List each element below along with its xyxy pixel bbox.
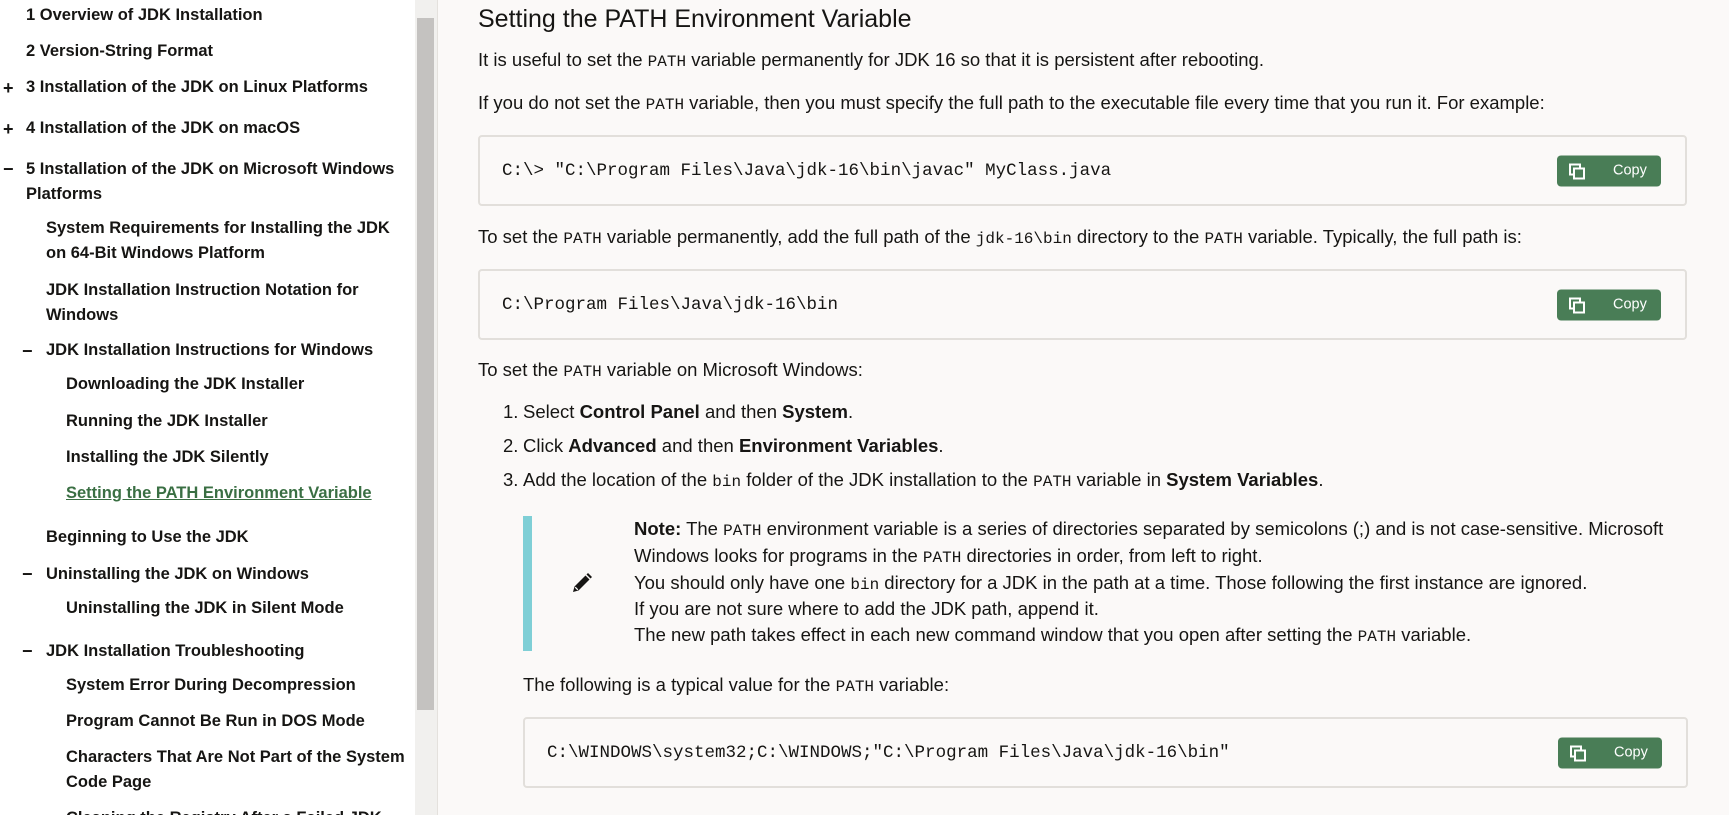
- copy-button[interactable]: Copy: [1558, 737, 1662, 768]
- toc-item-downloading[interactable]: Downloading the JDK Installer: [66, 372, 304, 397]
- paragraph: It is useful to set the PATH variable pe…: [478, 49, 1264, 71]
- collapse-icon[interactable]: −: [22, 563, 33, 585]
- collapse-icon[interactable]: −: [3, 158, 14, 180]
- toc-item-label: JDK Installation Troubleshooting: [46, 642, 305, 660]
- toc-item-label: Cleaning the Registry After a Failed JDK: [66, 806, 382, 815]
- toc-item-setting-path[interactable]: Setting the PATH Environment Variable: [66, 481, 372, 506]
- paragraph: If you do not set the PATH variable, the…: [478, 92, 1545, 114]
- copy-button[interactable]: Copy: [1557, 289, 1661, 320]
- toc-item-label-cont: Platforms: [26, 185, 103, 203]
- inline-code: PATH: [563, 230, 602, 248]
- copy-icon: [1569, 297, 1585, 313]
- code-text: C:\Program Files\Java\jdk-16\bin: [502, 294, 839, 315]
- toc-item-dos-mode[interactable]: Program Cannot Be Run in DOS Mode: [66, 709, 365, 734]
- expand-icon[interactable]: +: [3, 118, 14, 140]
- copy-button-label: Copy: [1613, 162, 1647, 178]
- toc-item-beginning[interactable]: Beginning to Use the JDK: [46, 525, 249, 550]
- copy-icon: [1569, 163, 1585, 179]
- inline-code: PATH: [922, 549, 962, 567]
- toc-item-version-string[interactable]: 2 Version-String Format: [26, 39, 213, 64]
- copy-button-label: Copy: [1614, 744, 1648, 760]
- code-block: C:\WINDOWS\system32;C:\WINDOWS;"C:\Progr…: [523, 717, 1688, 788]
- toc-item-running[interactable]: Running the JDK Installer: [66, 409, 268, 434]
- toc-item-notation[interactable]: JDK Installation Instruction Notation fo…: [46, 278, 359, 328]
- inline-code: PATH: [835, 678, 875, 696]
- code-text: C:\> "C:\Program Files\Java\jdk-16\bin\j…: [502, 160, 1112, 181]
- note-label: Note:: [634, 518, 682, 539]
- toc-item-label-cont: on 64-Bit Windows Platform: [46, 244, 265, 262]
- collapse-icon[interactable]: −: [22, 340, 33, 362]
- inline-code: PATH: [1033, 473, 1072, 491]
- inline-code: PATH: [647, 53, 687, 71]
- toc-item-cleaning-registry[interactable]: Cleaning the Registry After a Failed JDK: [66, 806, 382, 815]
- toc-item-label: Installing the JDK Silently: [66, 448, 269, 466]
- note-line: The new path takes effect in each new co…: [634, 624, 1472, 646]
- expand-icon[interactable]: +: [3, 77, 14, 99]
- toc-item-label: System Error During Decompression: [66, 676, 356, 694]
- toc-item-silently[interactable]: Installing the JDK Silently: [66, 445, 269, 470]
- note-line: You should only have one bin directory f…: [634, 572, 1588, 594]
- toc-item-label: System Requirements for Installing the J…: [46, 219, 390, 237]
- page-title: Setting the PATH Environment Variable: [478, 5, 912, 33]
- toc-item-label: 4 Installation of the JDK on macOS: [26, 119, 301, 137]
- toc-item-label: Characters That Are Not Part of the Syst…: [66, 748, 405, 766]
- note-line: Windows looks for programs in the PATH d…: [634, 545, 1263, 567]
- toc-item-label: JDK Installation Instructions for Window…: [46, 341, 374, 359]
- pencil-icon: [573, 573, 592, 592]
- paragraph: To set the PATH variable permanently, ad…: [478, 226, 1522, 248]
- paragraph: To set the PATH variable on Microsoft Wi…: [478, 359, 863, 381]
- inline-code: PATH: [1357, 628, 1397, 646]
- note-line: If you are not sure where to add the JDK…: [634, 598, 1099, 619]
- inline-code: PATH: [1204, 230, 1243, 248]
- toc-item-label-cont: Code Page: [66, 773, 152, 791]
- list-item: 1. Select Control Panel and then System.: [503, 401, 854, 422]
- toc-item-system-requirements[interactable]: System Requirements for Installing the J…: [46, 216, 390, 266]
- inline-code: bin: [712, 473, 742, 491]
- toc-item-installation-instructions[interactable]: JDK Installation Instructions for Window…: [46, 338, 373, 363]
- toc-item-troubleshooting[interactable]: JDK Installation Troubleshooting: [46, 639, 305, 664]
- toc-sidebar: 1 Overview of JDK Installation 2 Version…: [0, 0, 415, 815]
- toc-item-label: 3 Installation of the JDK on Linux Platf…: [26, 78, 368, 96]
- code-block: C:\> "C:\Program Files\Java\jdk-16\bin\j…: [478, 135, 1687, 206]
- inline-code: PATH: [563, 363, 602, 381]
- toc-item-label: 5 Installation of the JDK on Microsoft W…: [26, 160, 395, 178]
- copy-button-label: Copy: [1613, 296, 1647, 312]
- copy-icon: [1570, 745, 1586, 761]
- toc-item-overview[interactable]: 1 Overview of JDK Installation: [26, 3, 263, 28]
- toc-item-uninstalling[interactable]: Uninstalling the JDK on Windows: [46, 562, 309, 587]
- note-accent-bar: [523, 516, 532, 651]
- inline-code: jdk-16\bin: [975, 230, 1072, 248]
- toc-item-label: Setting the PATH Environment Variable: [66, 484, 372, 502]
- list-item: 3. Add the location of the bin folder of …: [503, 469, 1324, 491]
- paragraph: The following is a typical value for the…: [523, 674, 950, 696]
- toc-item-label: Running the JDK Installer: [66, 412, 268, 430]
- note-callout: Note: The PATH environment variable is a…: [523, 516, 1673, 651]
- toc-item-label-cont: Windows: [46, 306, 119, 324]
- inline-code: bin: [850, 576, 880, 594]
- toc-item-label: Uninstalling the JDK on Windows: [46, 565, 309, 583]
- list-item: 2. Click Advanced and then Environment Va…: [503, 435, 944, 456]
- toc-item-characters[interactable]: Characters That Are Not Part of the Syst…: [66, 745, 405, 795]
- toc-item-label: 1 Overview of JDK Installation: [26, 6, 263, 24]
- toc-item-linux[interactable]: 3 Installation of the JDK on Linux Platf…: [26, 75, 368, 100]
- collapse-icon[interactable]: −: [22, 640, 33, 662]
- toc-item-label: Uninstalling the JDK in Silent Mode: [66, 599, 344, 617]
- note-line: Note: The PATH environment variable is a…: [634, 518, 1664, 540]
- copy-button[interactable]: Copy: [1557, 155, 1661, 186]
- toc-item-uninstall-silent[interactable]: Uninstalling the JDK in Silent Mode: [66, 596, 344, 621]
- toc-item-system-error[interactable]: System Error During Decompression: [66, 673, 356, 698]
- toc-item-label: Program Cannot Be Run in DOS Mode: [66, 712, 365, 730]
- sidebar-scrollbar-thumb[interactable]: [417, 18, 434, 710]
- toc-item-macos[interactable]: 4 Installation of the JDK on macOS: [26, 116, 300, 141]
- inline-code: PATH: [645, 96, 685, 114]
- inline-code: PATH: [723, 522, 762, 540]
- toc-item-windows[interactable]: 5 Installation of the JDK on Microsoft W…: [26, 157, 394, 207]
- toc-item-label: Beginning to Use the JDK: [46, 528, 249, 546]
- code-text: C:\WINDOWS\system32;C:\WINDOWS;"C:\Progr…: [547, 742, 1230, 763]
- toc-item-label: JDK Installation Instruction Notation fo…: [46, 281, 359, 299]
- toc-item-label: 2 Version-String Format: [26, 42, 214, 60]
- toc-item-label: Downloading the JDK Installer: [66, 375, 305, 393]
- code-block: C:\Program Files\Java\jdk-16\bin Copy: [478, 269, 1687, 340]
